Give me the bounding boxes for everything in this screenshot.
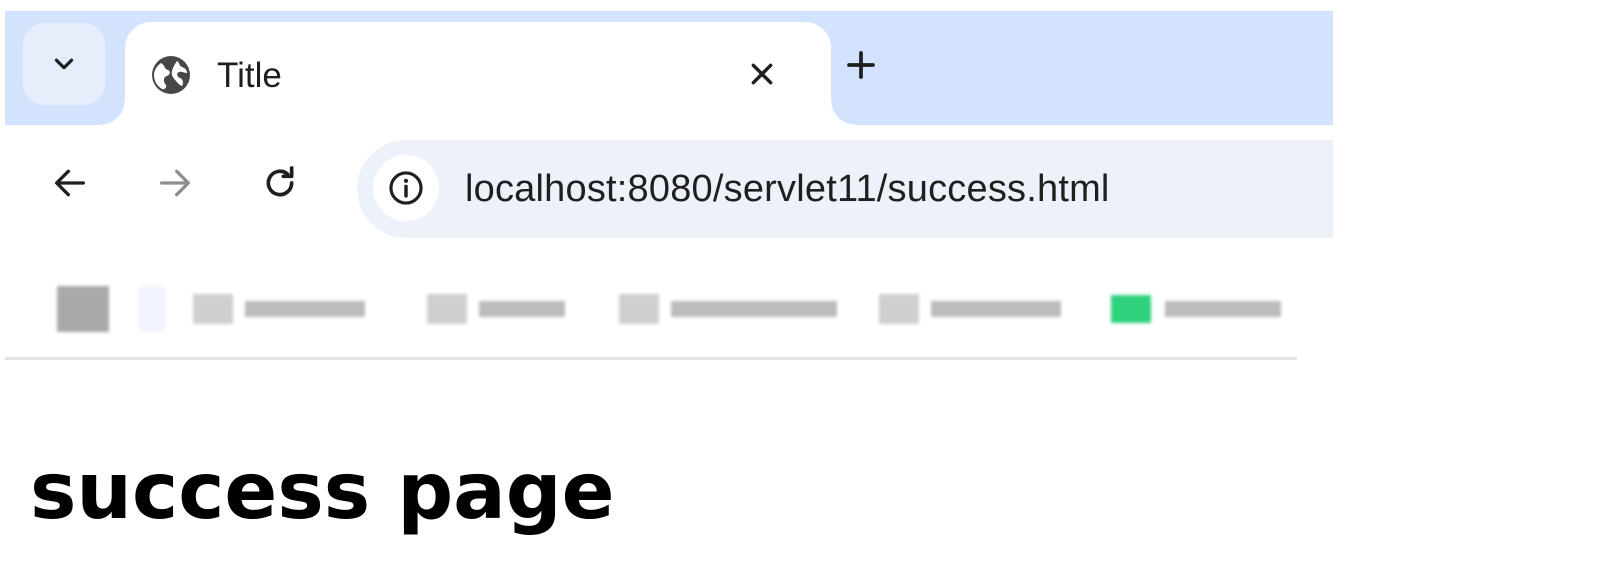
bookmark-folder[interactable] <box>619 287 837 331</box>
address-bar[interactable]: localhost:8080/servlet11/success.html <box>357 140 1333 238</box>
bookmark-folder[interactable] <box>427 287 565 331</box>
bookmarks-bar <box>5 257 1333 357</box>
browser-window: Title localhost:8080/servlet11/success.h… <box>5 11 1333 361</box>
close-icon <box>749 61 775 87</box>
folder-icon <box>193 294 233 324</box>
bookmark-folder[interactable] <box>879 287 1061 331</box>
chevron-down-icon <box>49 49 79 79</box>
url-text[interactable]: localhost:8080/servlet11/success.html <box>465 167 1110 211</box>
arrow-right-icon <box>155 163 195 203</box>
folder-icon <box>879 294 919 324</box>
arrow-left-icon <box>50 163 90 203</box>
new-tab-button[interactable] <box>835 39 887 91</box>
site-info-button[interactable] <box>373 155 439 221</box>
folder-icon <box>619 294 659 324</box>
tab-search-button[interactable] <box>23 23 105 105</box>
bookmark-apps[interactable] <box>57 286 109 332</box>
bookmark-item[interactable] <box>139 286 165 332</box>
forward-button[interactable] <box>143 151 207 215</box>
reload-button[interactable] <box>248 151 312 215</box>
reload-icon <box>260 163 300 203</box>
toolbar-divider <box>5 357 1297 360</box>
tab-close-button[interactable] <box>737 49 787 99</box>
page-heading: success page <box>30 447 615 537</box>
back-button[interactable] <box>38 151 102 215</box>
tab-strip: Title <box>5 11 1333 125</box>
tab-title: Title <box>217 56 282 95</box>
info-icon <box>387 169 425 207</box>
tab-active[interactable]: Title <box>101 22 855 125</box>
navigation-toolbar: localhost:8080/servlet11/success.html <box>5 125 1333 257</box>
folder-icon <box>427 294 467 324</box>
bookmark-folder[interactable] <box>193 287 365 331</box>
plus-icon <box>845 49 877 81</box>
bookmark-item[interactable] <box>1111 287 1281 331</box>
globe-icon <box>151 55 191 95</box>
